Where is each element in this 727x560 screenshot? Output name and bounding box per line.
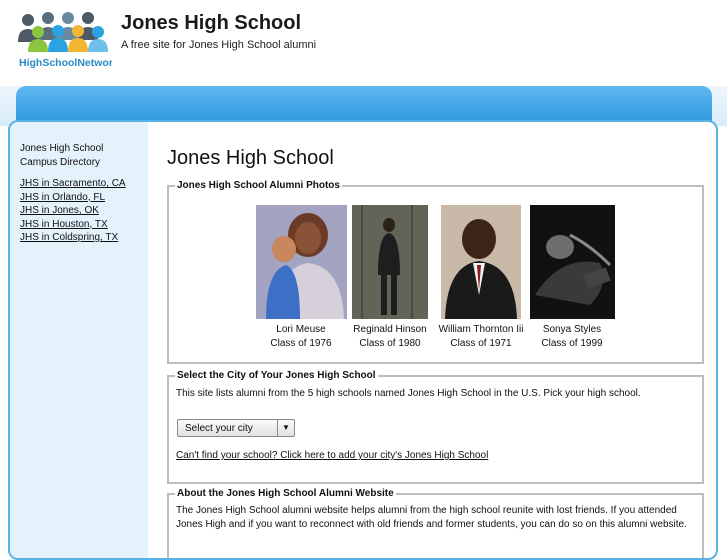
alumni-class-year: Class of 1980	[359, 338, 421, 349]
about-legend: About the Jones High School Alumni Websi…	[177, 488, 394, 499]
alumni-photo-image[interactable]	[352, 205, 428, 319]
page-title: Jones High School	[167, 147, 334, 169]
campus-link-houston[interactable]: JHS in Houston, TX	[20, 219, 108, 230]
top-banner	[16, 86, 712, 124]
about-section: About the Jones High School Alumni Websi…	[167, 488, 704, 558]
city-dropdown-value: Select your city	[185, 423, 253, 434]
alumni-name: Sonya Styles	[542, 324, 602, 335]
city-select-section: Select the City of Your Jones High Schoo…	[167, 370, 704, 484]
sidebar-heading-line2: Campus Directory	[20, 157, 101, 168]
alumni-photos-section: Jones High School Alumni Photos Lori Meu…	[167, 180, 704, 364]
campus-link-item: JHS in Sacramento, CA	[20, 177, 126, 191]
campus-link-jones[interactable]: JHS in Jones, OK	[20, 205, 99, 216]
content-frame: Jones High School Campus Directory JHS i…	[8, 120, 718, 560]
people-group-icon: HighSchoolNetwork	[18, 12, 119, 69]
alumni-photos-legend: Jones High School Alumni Photos	[177, 180, 340, 191]
site-title: Jones High School	[121, 12, 302, 34]
alumni-photo-card[interactable]: Reginald Hinson Class of 1980	[347, 205, 433, 351]
campus-link-list: JHS in Sacramento, CA JHS in Orlando, FL…	[20, 177, 126, 245]
campus-link-sacramento[interactable]: JHS in Sacramento, CA	[20, 178, 126, 189]
alumni-photo-card[interactable]: William Thornton Iii Class of 1971	[437, 205, 525, 351]
sidebar: Jones High School Campus Directory JHS i…	[10, 122, 148, 558]
alumni-name: Lori Meuse	[276, 324, 326, 335]
campus-link-orlando[interactable]: JHS in Orlando, FL	[20, 192, 105, 203]
alumni-photo-card[interactable]: Sonya Styles Class of 1999	[529, 205, 615, 351]
city-select-legend: Select the City of Your Jones High Schoo…	[177, 370, 376, 381]
alumni-photo-image[interactable]	[441, 205, 521, 319]
alumni-photo-image[interactable]	[255, 205, 347, 319]
city-description: This site lists alumni from the 5 high s…	[176, 388, 641, 399]
alumni-class-year: Class of 1999	[541, 338, 603, 349]
campus-link-item: JHS in Houston, TX	[20, 218, 126, 232]
campus-link-item: JHS in Jones, OK	[20, 204, 126, 218]
chevron-down-icon[interactable]: ▼	[277, 420, 294, 436]
high-school-network-logo[interactable]: HighSchoolNetwork	[16, 12, 119, 70]
city-dropdown[interactable]: Select your city ▼	[177, 419, 295, 437]
about-text: The Jones High School alumni website hel…	[176, 505, 687, 530]
alumni-name: William Thornton Iii	[438, 324, 524, 335]
campus-link-item: JHS in Orlando, FL	[20, 191, 126, 205]
alumni-class-year: Class of 1976	[270, 338, 332, 349]
alumni-class-year: Class of 1971	[450, 338, 512, 349]
site-tagline: A free site for Jones High School alumni	[121, 39, 317, 51]
svg-text:HighSchoolNetwork: HighSchoolNetwork	[19, 57, 112, 69]
alumni-name: Reginald Hinson	[353, 324, 427, 335]
alumni-photo-card[interactable]: Lori Meuse Class of 1976	[255, 205, 347, 351]
alumni-photo-image[interactable]	[529, 205, 615, 319]
add-school-link[interactable]: Can't find your school? Click here to ad…	[176, 450, 488, 461]
campus-directory-heading: Jones High School Campus Directory	[20, 142, 103, 170]
sidebar-heading-line1: Jones High School	[20, 143, 104, 154]
campus-link-item: JHS in Coldspring, TX	[20, 231, 126, 245]
campus-link-coldspring[interactable]: JHS in Coldspring, TX	[20, 232, 118, 243]
